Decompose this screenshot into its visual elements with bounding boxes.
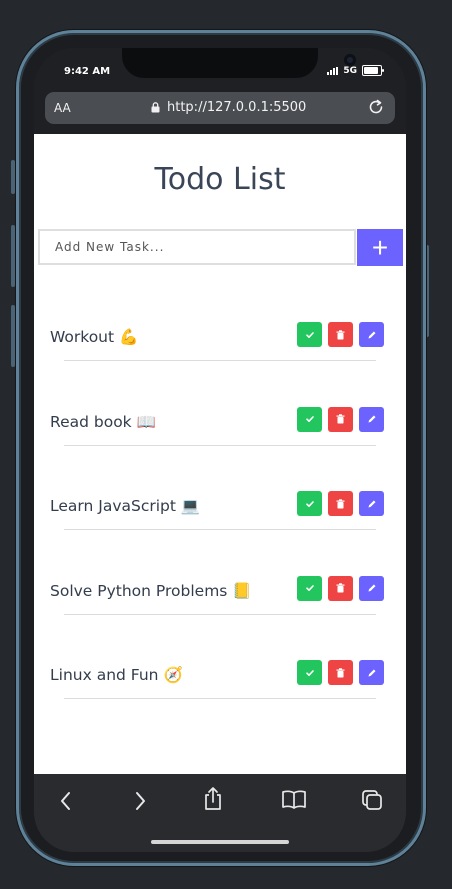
task-actions [297,660,384,685]
device-stage: 9:42 AM 5G AA http://127.0.0.1:5500 Todo… [0,0,452,889]
mute-switch [11,160,15,194]
task-actions [297,491,384,516]
task-emoji: 💻 [180,497,201,515]
task-divider [64,613,376,615]
trash-icon [336,667,345,678]
complete-task-button[interactable] [297,660,322,685]
task-label: Read book 📖 [50,412,156,431]
complete-task-button[interactable] [297,491,322,516]
lock-icon [151,102,160,113]
page-title: Todo List [154,162,286,197]
text-size-button[interactable]: AA [54,101,71,115]
back-icon[interactable] [58,790,74,812]
edit-task-button[interactable] [359,660,384,685]
task-actions [297,575,384,601]
check-icon [305,499,315,509]
task-label: Learn JavaScript 💻 [50,497,201,515]
delete-task-button[interactable] [328,491,353,516]
notch [122,48,356,78]
check-icon [305,583,315,593]
task-item: Solve Python Problems 📒 [50,575,390,616]
delete-task-button[interactable] [328,660,353,685]
tabs-icon[interactable] [360,788,384,812]
task-emoji: 🧭 [163,666,183,684]
check-icon [305,330,315,340]
trash-icon [336,498,345,509]
volume-up-button [11,225,15,287]
check-icon [305,668,315,678]
share-icon[interactable] [202,786,224,812]
delete-task-button[interactable] [328,322,353,347]
complete-task-button[interactable] [297,406,322,432]
status-time: 9:42 AM [64,66,111,77]
bookmarks-icon[interactable] [281,789,307,811]
complete-task-button[interactable] [297,575,322,601]
complete-task-button[interactable] [297,322,322,347]
forward-icon[interactable] [132,790,148,812]
phone-screen: 9:42 AM 5G AA http://127.0.0.1:5500 Todo… [34,48,406,852]
address-bar[interactable]: AA http://127.0.0.1:5500 [45,92,395,124]
edit-task-button[interactable] [359,322,384,347]
new-task-input[interactable] [38,229,356,265]
task-divider [64,360,376,361]
status-indicators: 5G [327,65,384,76]
task-actions [297,322,384,347]
battery-icon [362,65,384,76]
signal-icon [327,66,339,75]
task-label: Solve Python Problems 📒 [50,581,252,600]
task-item: Linux and Fun 🧭 [50,660,390,700]
trash-icon [336,414,345,424]
task-label: Linux and Fun 🧭 [50,666,183,684]
edit-task-button[interactable] [359,575,384,601]
task-divider [64,698,376,699]
task-emoji: 💪 [119,328,139,346]
edit-task-button[interactable] [359,406,384,432]
task-item: Read book 📖 [50,406,390,447]
task-actions [297,406,384,432]
url-text: http://127.0.0.1:5500 [167,100,307,115]
task-divider [64,444,376,446]
delete-task-button[interactable] [328,575,353,601]
url-display[interactable]: http://127.0.0.1:5500 [151,100,306,115]
web-page: Todo List + Workout 💪 Read book 📖 Learn Ja… [34,134,406,774]
check-icon [305,414,315,424]
volume-down-button [11,305,15,367]
trash-icon [336,329,345,340]
task-divider [64,529,376,530]
task-emoji: 📖 [136,412,156,431]
task-item: Workout 💪 [50,322,390,362]
add-task-button[interactable]: + [357,229,403,266]
trash-icon [336,583,345,593]
task-emoji: 📒 [232,581,252,600]
pencil-icon [367,668,377,678]
pencil-icon [367,330,377,340]
pencil-icon [367,414,377,424]
edit-task-button[interactable] [359,491,384,516]
home-indicator [151,840,289,844]
network-label: 5G [343,65,357,76]
browser-toolbar [34,774,406,852]
delete-task-button[interactable] [328,406,353,432]
pencil-icon [367,499,377,509]
task-item: Learn JavaScript 💻 [50,491,390,531]
pencil-icon [367,583,377,593]
reload-icon[interactable] [367,98,385,116]
task-label: Workout 💪 [50,328,139,346]
